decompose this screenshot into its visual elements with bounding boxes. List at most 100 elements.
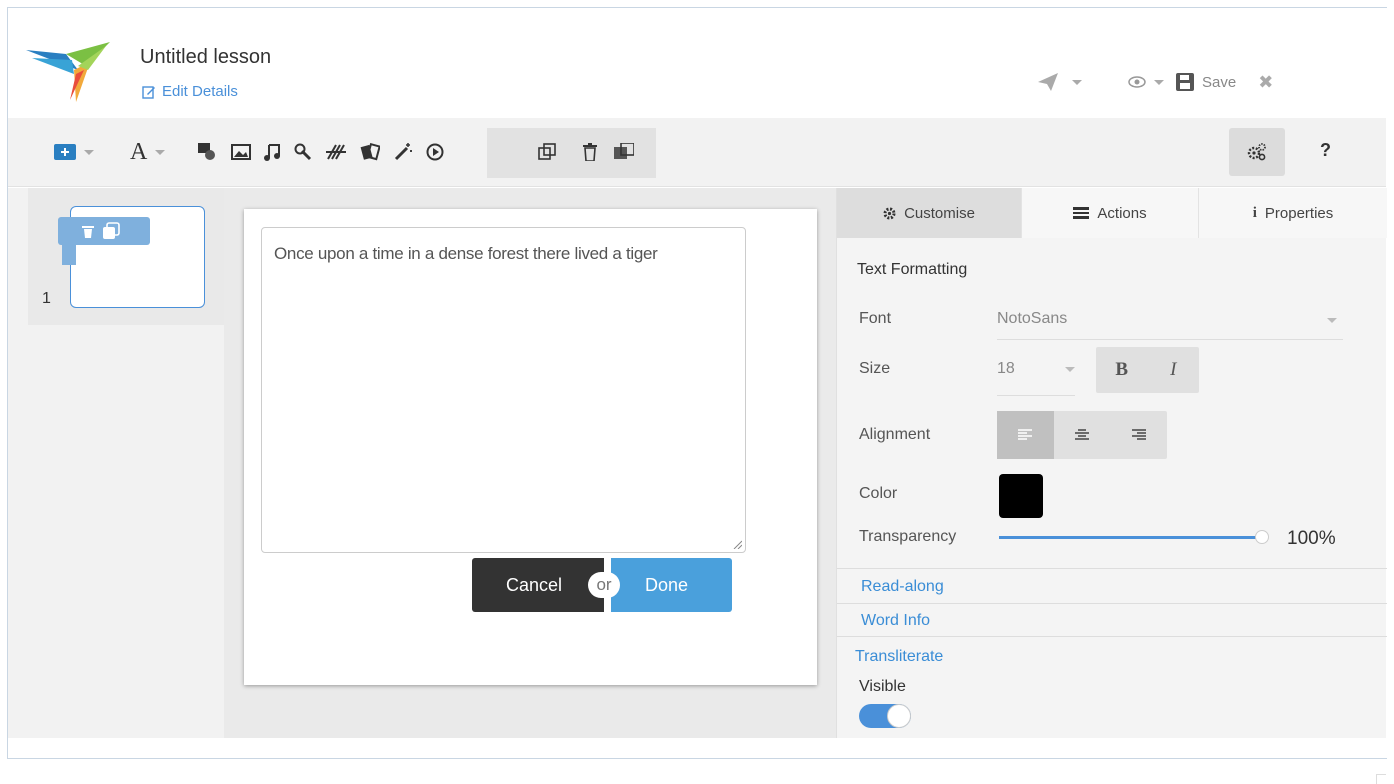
save-label: Save: [1202, 73, 1237, 91]
eye-icon: [1128, 76, 1146, 88]
text-tool-button[interactable]: A: [130, 138, 166, 166]
save-button[interactable]: Save: [1176, 73, 1236, 91]
properties-panel: Customise Actions i Properties Text Form…: [836, 188, 1387, 738]
align-left-button[interactable]: [997, 411, 1054, 459]
hand-pointer-icon: [294, 143, 312, 161]
chevron-down-icon: [84, 149, 94, 155]
canvas-area: Once upon a time in a dense forest there…: [224, 188, 836, 738]
play-tool-button[interactable]: [426, 138, 444, 166]
word-info-link[interactable]: Word Info: [837, 603, 1387, 637]
resize-grip-icon[interactable]: [732, 539, 742, 549]
arrange-button[interactable]: [614, 138, 634, 166]
font-select[interactable]: NotoSans: [997, 300, 1343, 340]
image-icon: [231, 144, 251, 160]
tab-actions[interactable]: Actions: [1022, 188, 1199, 238]
corner-mark: [1376, 774, 1386, 784]
or-separator: or: [588, 572, 620, 598]
shape-tool-button[interactable]: [198, 138, 216, 166]
help-button[interactable]: ?: [1320, 140, 1331, 161]
close-icon[interactable]: ✖: [1258, 72, 1273, 93]
italic-button[interactable]: I: [1148, 347, 1200, 393]
edit-details-link[interactable]: Edit Details: [142, 83, 238, 100]
shapes-icon: [198, 143, 215, 160]
add-slide-icon: [54, 144, 76, 160]
bold-button[interactable]: B: [1096, 347, 1148, 393]
audio-tool-button[interactable]: [264, 138, 280, 166]
settings-button[interactable]: [1229, 128, 1285, 176]
chevron-down-icon: [1072, 79, 1082, 85]
align-right-button[interactable]: [1110, 411, 1167, 459]
cards-tool-button[interactable]: [360, 138, 380, 166]
text-editor-textarea[interactable]: Once upon a time in a dense forest there…: [261, 227, 746, 553]
align-center-button[interactable]: [1054, 411, 1111, 459]
gears-icon: [1247, 143, 1266, 161]
text-editor-content: Once upon a time in a dense forest there…: [274, 244, 658, 263]
add-slide-button[interactable]: [54, 138, 94, 166]
tab-properties-label: Properties: [1264, 204, 1334, 222]
magic-tool-button[interactable]: [394, 138, 412, 166]
visible-toggle[interactable]: [859, 704, 911, 728]
copy-icon[interactable]: [102, 222, 120, 240]
slide-canvas[interactable]: Once upon a time in a dense forest there…: [244, 209, 817, 685]
trash-icon: [583, 143, 597, 161]
bold-italic-group: B I: [1096, 347, 1199, 393]
image-tool-button[interactable]: [231, 138, 251, 166]
editor-toolbar: A ?: [8, 118, 1386, 187]
transliterate-link[interactable]: Transliterate: [837, 636, 1387, 672]
publish-button[interactable]: [1038, 73, 1082, 91]
color-swatch[interactable]: [999, 474, 1043, 518]
done-button[interactable]: Done: [611, 558, 732, 612]
read-along-link[interactable]: Read-along: [837, 568, 1387, 604]
transparency-value: 100%: [1287, 528, 1336, 549]
hummingbird-logo-icon: [26, 42, 110, 102]
floppy-disk-icon: [1176, 73, 1194, 91]
delete-button[interactable]: [583, 138, 597, 166]
pattern-tool-button[interactable]: [326, 138, 346, 166]
tab-customise[interactable]: Customise: [837, 188, 1022, 238]
duplicate-icon: [538, 143, 556, 160]
size-label: Size: [859, 360, 891, 377]
chevron-down-icon: [1065, 367, 1075, 372]
cards-icon: [360, 143, 380, 161]
bottom-divider: [7, 758, 1387, 759]
tab-actions-label: Actions: [1097, 204, 1147, 222]
transparency-label: Transparency: [859, 528, 957, 545]
music-note-icon: [264, 144, 280, 161]
tab-properties[interactable]: i Properties: [1199, 188, 1387, 238]
align-left-icon: [1018, 429, 1033, 440]
paper-plane-icon: [1038, 73, 1058, 91]
slide-number: 1: [42, 290, 51, 307]
font-value: NotoSans: [997, 310, 1068, 327]
size-select[interactable]: 18: [997, 358, 1075, 396]
color-label: Color: [859, 485, 898, 502]
edit-icon: [142, 85, 155, 99]
layers-icon: [614, 143, 634, 159]
visible-label: Visible: [859, 678, 906, 695]
text-formatting-heading: Text Formatting: [857, 261, 968, 278]
align-right-icon: [1131, 429, 1146, 440]
transparency-slider-thumb[interactable]: [1255, 530, 1269, 544]
panel-tabs: Customise Actions i Properties: [837, 188, 1387, 238]
text-icon: A: [130, 138, 148, 165]
size-value: 18: [997, 360, 1015, 377]
trash-icon[interactable]: [82, 224, 94, 238]
done-label: Done: [645, 574, 689, 595]
toggle-knob: [887, 704, 911, 728]
chevron-down-icon: [1327, 318, 1337, 323]
play-circle-icon: [426, 143, 444, 161]
font-label: Font: [859, 310, 892, 327]
preview-button[interactable]: [1128, 76, 1164, 88]
duplicate-button[interactable]: [538, 138, 556, 166]
transparency-slider[interactable]: [999, 536, 1257, 539]
pattern-icon: [326, 144, 346, 160]
lesson-title: Untitled lesson: [140, 46, 272, 68]
align-center-icon: [1075, 429, 1089, 440]
slide-tools-tab: [62, 243, 76, 265]
magic-wand-icon: [394, 143, 412, 161]
pointer-tool-button[interactable]: [294, 138, 312, 166]
cancel-button[interactable]: Cancel: [472, 558, 604, 612]
alignment-label: Alignment: [859, 426, 931, 443]
slides-panel: 1: [8, 188, 224, 738]
edit-details-label: Edit Details: [162, 83, 238, 100]
header-actions: Save ✖: [1038, 70, 1273, 94]
